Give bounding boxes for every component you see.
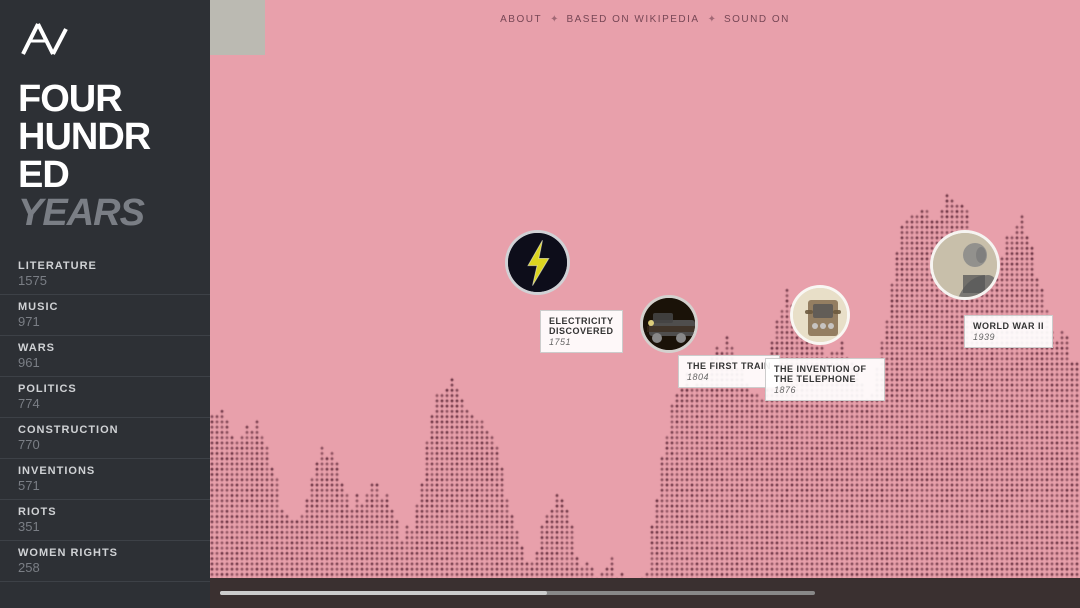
electricity-title: ELECTRICITYDISCOVERED	[549, 316, 614, 336]
cat-count-riots: 351	[18, 519, 192, 534]
title-years: YEARS	[18, 194, 192, 232]
sidebar-item-inventions[interactable]: Inventions 571	[0, 459, 210, 500]
dot-visualization	[210, 0, 1080, 608]
sidebar-item-music[interactable]: Music 971	[0, 295, 210, 336]
sidebar-item-riots[interactable]: Riots 351	[0, 500, 210, 541]
cat-name-women-rights: Women Rights	[18, 547, 192, 559]
sidebar-item-literature[interactable]: Literature 1575	[0, 254, 210, 295]
telephone-year: 1876	[774, 385, 876, 395]
timeline-progress-track[interactable]	[220, 591, 815, 595]
cat-count-construction: 770	[18, 437, 192, 452]
top-navigation: About ✦ Based on Wikipedia ✦ Sound On	[210, 0, 1080, 30]
main-viz-area: About ✦ Based on Wikipedia ✦ Sound On EL…	[210, 0, 1080, 608]
app-logo	[18, 19, 68, 59]
sidebar-item-wars[interactable]: Wars 961	[0, 336, 210, 377]
telephone-circle[interactable]	[790, 285, 850, 345]
sidebar-item-women-rights[interactable]: Women Rights 258	[0, 541, 210, 582]
timeline-bar	[210, 578, 1080, 608]
cat-count-wars: 961	[18, 355, 192, 370]
sidebar: FOUR HUNDR ED YEARS Literature 1575 Musi…	[0, 0, 210, 608]
timeline-progress-fill	[220, 591, 547, 595]
first-train-year: 1804	[687, 372, 771, 382]
cat-name-riots: Riots	[18, 506, 192, 518]
about-link[interactable]: About	[500, 14, 542, 25]
cat-count-politics: 774	[18, 396, 192, 411]
wikipedia-link[interactable]: Based on Wikipedia	[566, 14, 699, 25]
wwii-title: WORLD WAR II	[973, 321, 1044, 331]
telephone-title: THE INVENTION OF THE TELEPHONE	[774, 364, 867, 384]
categories-list: Literature 1575 Music 971 Wars 961 Polit…	[0, 246, 210, 608]
cat-count-music: 971	[18, 314, 192, 329]
cat-count-literature: 1575	[18, 273, 192, 288]
wwii-year: 1939	[973, 332, 1044, 342]
sound-toggle[interactable]: Sound On	[724, 14, 790, 25]
app-title: FOUR HUNDR ED YEARS	[0, 70, 210, 246]
cat-name-wars: Wars	[18, 342, 192, 354]
nav-sep-2: ✦	[708, 14, 716, 25]
cat-count-women-rights: 258	[18, 560, 192, 575]
cat-name-construction: Construction	[18, 424, 192, 436]
first-train-title: THE FIRST TRAIN	[687, 361, 771, 371]
electricity-circle[interactable]	[505, 230, 570, 295]
sidebar-item-construction[interactable]: Construction 770	[0, 418, 210, 459]
cat-count-inventions: 571	[18, 478, 192, 493]
electricity-year: 1751	[549, 337, 614, 347]
wwii-card[interactable]: WORLD WAR II 1939	[964, 315, 1053, 348]
nav-sep-1: ✦	[550, 14, 558, 25]
cat-name-politics: Politics	[18, 383, 192, 395]
title-main: FOUR HUNDR ED	[18, 80, 192, 194]
cat-name-music: Music	[18, 301, 192, 313]
telephone-card[interactable]: THE INVENTION OF THE TELEPHONE 1876	[765, 358, 885, 401]
cat-name-inventions: Inventions	[18, 465, 192, 477]
first-train-circle[interactable]	[640, 295, 698, 353]
wwii-circle[interactable]	[930, 230, 1000, 300]
electricity-card[interactable]: ELECTRICITYDISCOVERED 1751	[540, 310, 623, 353]
logo-area	[0, 0, 210, 70]
sidebar-item-politics[interactable]: Politics 774	[0, 377, 210, 418]
cat-name-literature: Literature	[18, 260, 192, 272]
